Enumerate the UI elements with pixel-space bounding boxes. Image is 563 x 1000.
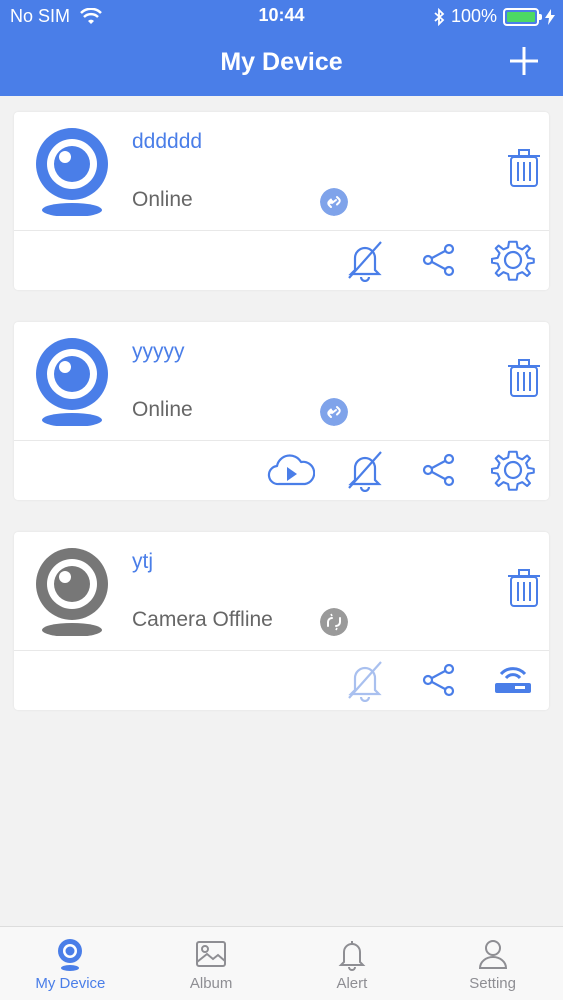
tab-setting[interactable]: Setting bbox=[422, 927, 563, 1000]
device-name[interactable]: yyyyy bbox=[132, 340, 185, 364]
card-divider bbox=[14, 230, 549, 231]
share-button[interactable] bbox=[415, 236, 463, 284]
camera-icon bbox=[36, 338, 108, 426]
bluetooth-icon bbox=[434, 7, 445, 26]
device-card[interactable]: dddddd Online bbox=[14, 112, 549, 290]
card-actions bbox=[341, 236, 537, 284]
device-status: Camera Offline bbox=[132, 608, 273, 631]
network-config-button[interactable] bbox=[489, 656, 537, 704]
camera-offline-icon bbox=[36, 548, 108, 636]
tab-label: Setting bbox=[469, 975, 516, 992]
trash-icon[interactable] bbox=[507, 568, 541, 608]
tab-album[interactable]: Album bbox=[141, 927, 282, 1000]
share-icon bbox=[422, 453, 455, 487]
battery-icon bbox=[503, 7, 542, 26]
alarm-off-icon bbox=[348, 661, 382, 702]
broken-link-icon bbox=[320, 608, 348, 636]
device-status: Online bbox=[132, 188, 193, 211]
page-title: My Device bbox=[220, 48, 343, 76]
cloud-playback-button[interactable] bbox=[267, 446, 315, 494]
plus-icon[interactable] bbox=[507, 44, 541, 78]
tab-alert[interactable]: Alert bbox=[282, 927, 423, 1000]
bell-icon bbox=[338, 941, 366, 971]
person-icon bbox=[478, 940, 507, 969]
card-actions bbox=[267, 446, 537, 494]
tab-bar: My Device Album Alert Setting bbox=[0, 926, 563, 1000]
status-bar: No SIM 10:44 100% bbox=[0, 0, 563, 32]
cloud-play-icon bbox=[267, 454, 315, 486]
share-icon bbox=[422, 243, 455, 277]
tab-label: Album bbox=[189, 975, 233, 992]
trash-icon[interactable] bbox=[507, 358, 541, 398]
router-icon bbox=[495, 667, 531, 693]
share-button[interactable] bbox=[415, 446, 463, 494]
device-name[interactable]: ytj bbox=[132, 550, 153, 574]
settings-button[interactable] bbox=[489, 446, 537, 494]
settings-icon bbox=[491, 450, 535, 491]
alarm-off-button[interactable] bbox=[341, 656, 389, 704]
trash-icon[interactable] bbox=[507, 148, 541, 188]
alarm-off-icon bbox=[348, 241, 382, 282]
card-divider bbox=[14, 650, 549, 651]
charging-icon bbox=[545, 8, 555, 25]
tab-label: Alert bbox=[336, 975, 368, 992]
settings-icon bbox=[491, 240, 535, 281]
settings-button[interactable] bbox=[489, 236, 537, 284]
top-bar: No SIM 10:44 100% My Device bbox=[0, 0, 563, 96]
link-icon bbox=[320, 188, 348, 216]
link-icon bbox=[320, 398, 348, 426]
camera-icon bbox=[58, 939, 83, 971]
device-card[interactable]: ytj Camera Offline bbox=[14, 532, 549, 710]
camera-icon bbox=[36, 128, 108, 216]
device-card[interactable]: yyyyy Online bbox=[14, 322, 549, 500]
card-divider bbox=[14, 440, 549, 441]
share-icon bbox=[422, 663, 455, 697]
battery-percent: 100% bbox=[450, 6, 497, 26]
alarm-off-button[interactable] bbox=[341, 236, 389, 284]
alarm-off-icon bbox=[348, 451, 382, 492]
image-icon bbox=[196, 941, 227, 967]
card-actions bbox=[341, 656, 537, 704]
alarm-off-button[interactable] bbox=[341, 446, 389, 494]
tab-label: My Device bbox=[35, 975, 106, 992]
share-button[interactable] bbox=[415, 656, 463, 704]
device-name[interactable]: dddddd bbox=[132, 130, 202, 154]
device-status: Online bbox=[132, 398, 193, 421]
tab-my-device[interactable]: My Device bbox=[0, 927, 141, 1000]
